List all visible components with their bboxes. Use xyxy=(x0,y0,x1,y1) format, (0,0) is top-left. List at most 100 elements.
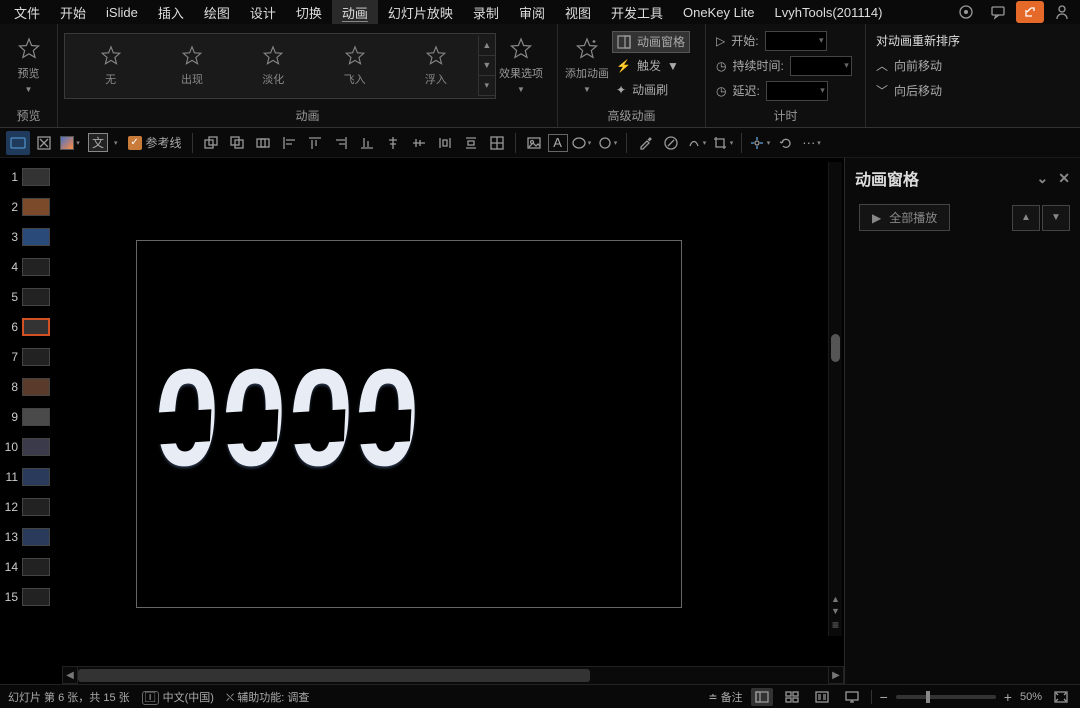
rotate-icon[interactable] xyxy=(774,131,798,155)
menu-开发工具[interactable]: 开发工具 xyxy=(601,0,673,25)
slide-canvas[interactable]: 0000 xyxy=(136,240,682,608)
move-later-button[interactable]: ﹀向后移动 xyxy=(872,80,964,102)
move-earlier-button[interactable]: ︿向前移动 xyxy=(872,55,964,77)
bring-forward-icon[interactable] xyxy=(199,131,223,155)
menu-录制[interactable]: 录制 xyxy=(463,0,509,25)
send-backward-icon[interactable] xyxy=(225,131,249,155)
menu-文件[interactable]: 文件 xyxy=(4,0,50,25)
preview-button[interactable]: 预览 ▼ xyxy=(6,32,51,100)
menu-iSlide[interactable]: iSlide xyxy=(96,2,148,23)
thumbnail-2[interactable]: 2 xyxy=(0,192,62,222)
menu-幻灯片放映[interactable]: 幻灯片放映 xyxy=(378,0,463,25)
align-center-v-icon[interactable] xyxy=(407,131,431,155)
align-center-h-icon[interactable] xyxy=(381,131,405,155)
align-bottom-icon[interactable] xyxy=(355,131,379,155)
accessibility-status[interactable]: ⛌ 辅助功能: 调查 xyxy=(226,689,309,705)
align-left-icon[interactable] xyxy=(277,131,301,155)
textbox-icon[interactable]: A xyxy=(548,134,568,152)
menu-切换[interactable]: 切换 xyxy=(286,0,332,25)
thumbnail-6[interactable]: 6 xyxy=(0,312,62,342)
zoom-in-button[interactable]: + xyxy=(1004,689,1012,705)
animation-gallery[interactable]: 无出现淡化飞入浮入▲▼▾ xyxy=(64,33,496,99)
reading-view-icon[interactable] xyxy=(811,688,833,706)
gallery-item-4[interactable]: 浮入 xyxy=(396,36,475,96)
sorter-view-icon[interactable] xyxy=(781,688,803,706)
format-painter-icon[interactable] xyxy=(659,131,683,155)
effect-options-button[interactable]: 效果选项 ▼ xyxy=(498,32,544,100)
menu-lvyh[interactable]: LvyhTools(201114) xyxy=(765,2,893,23)
thumbnail-9[interactable]: 9 xyxy=(0,402,62,432)
placeholder-icon[interactable] xyxy=(32,131,56,155)
thumbnail-5[interactable]: 5 xyxy=(0,282,62,312)
menu-开始[interactable]: 开始 xyxy=(50,0,96,25)
text-style-button[interactable]: 文▾ xyxy=(84,131,122,155)
align-top-icon[interactable] xyxy=(303,131,327,155)
move-up-button[interactable]: ▲ xyxy=(1012,205,1040,231)
delay-input[interactable] xyxy=(766,81,828,101)
close-icon[interactable]: ✕ xyxy=(1058,170,1070,187)
start-timing-row[interactable]: ▷开始: xyxy=(712,30,856,52)
align-to-slide-icon[interactable] xyxy=(485,131,509,155)
animation-painter-button[interactable]: ✦ 动画刷 xyxy=(612,79,690,101)
account-icon[interactable] xyxy=(1048,1,1076,23)
color-swatch[interactable]: ▾ xyxy=(58,131,82,155)
thumbnail-13[interactable]: 13 xyxy=(0,522,62,552)
menu-OneKey Lite[interactable]: OneKey Lite xyxy=(673,2,765,23)
slideshow-view-icon[interactable] xyxy=(841,688,863,706)
duration-row[interactable]: ◷持续时间: xyxy=(712,55,856,77)
more-icon[interactable]: ···▾ xyxy=(800,131,824,155)
notes-button[interactable]: ≐ 备注 xyxy=(708,689,742,705)
zoom-slider[interactable] xyxy=(896,695,996,699)
thumbnail-8[interactable]: 8 xyxy=(0,372,62,402)
thumbnail-10[interactable]: 10 xyxy=(0,432,62,462)
thumbnail-7[interactable]: 7 xyxy=(0,342,62,372)
vertical-scrollbar[interactable]: ▲▼≡ xyxy=(828,162,842,636)
shape-outline-icon[interactable]: ▾ xyxy=(596,131,620,155)
picture-icon[interactable] xyxy=(522,131,546,155)
chevron-down-icon[interactable]: ⌄ xyxy=(1037,170,1049,187)
delay-row[interactable]: ◷延迟: xyxy=(712,80,856,102)
thumbnail-3[interactable]: 3 xyxy=(0,222,62,252)
menu-绘图[interactable]: 绘图 xyxy=(194,0,240,25)
eyedropper-icon[interactable] xyxy=(633,131,657,155)
gallery-item-1[interactable]: 出现 xyxy=(152,36,231,96)
trigger-button[interactable]: ⚡ 触发 ▼ xyxy=(612,55,690,77)
slide-thumbnail-list[interactable]: 123456789101112131415 xyxy=(0,158,62,684)
merge-icon[interactable] xyxy=(251,131,275,155)
thumbnail-15[interactable]: 15 xyxy=(0,582,62,612)
distribute-h-icon[interactable] xyxy=(433,131,457,155)
comment-icon[interactable] xyxy=(984,1,1012,23)
size-pos-icon[interactable]: ▾ xyxy=(748,131,772,155)
start-input[interactable] xyxy=(765,31,827,51)
menu-审阅[interactable]: 审阅 xyxy=(509,0,555,25)
gallery-item-2[interactable]: 淡化 xyxy=(234,36,313,96)
lang-indicator[interactable]: 🄸中文(中国) xyxy=(142,689,214,705)
thumbnail-4[interactable]: 4 xyxy=(0,252,62,282)
thumbnail-12[interactable]: 12 xyxy=(0,492,62,522)
animation-pane-button[interactable]: 动画窗格 xyxy=(612,31,690,53)
menu-插入[interactable]: 插入 xyxy=(148,0,194,25)
thumbnail-1[interactable]: 1 xyxy=(0,162,62,192)
menu-动画[interactable]: 动画 xyxy=(332,0,378,25)
menu-设计[interactable]: 设计 xyxy=(240,0,286,25)
record-icon[interactable] xyxy=(952,1,980,23)
zoom-out-button[interactable]: − xyxy=(880,689,888,705)
crop-icon[interactable]: ▾ xyxy=(711,131,735,155)
shape-effects-icon[interactable]: ▾ xyxy=(685,131,709,155)
gallery-item-3[interactable]: 飞入 xyxy=(315,36,394,96)
normal-view-icon[interactable] xyxy=(751,688,773,706)
thumbnail-14[interactable]: 14 xyxy=(0,552,62,582)
distribute-v-icon[interactable] xyxy=(459,131,483,155)
align-right-icon[interactable] xyxy=(329,131,353,155)
guides-toggle[interactable]: ✓参考线 xyxy=(124,131,186,155)
horizontal-scrollbar[interactable]: ◀▶ xyxy=(62,666,844,684)
share-button[interactable] xyxy=(1016,1,1044,23)
fit-window-icon[interactable] xyxy=(1050,688,1072,706)
shape-fill-icon[interactable]: ▾ xyxy=(570,131,594,155)
gallery-item-0[interactable]: 无 xyxy=(71,36,150,96)
play-all-button[interactable]: ▶ 全部播放 xyxy=(859,204,950,231)
display-settings-icon[interactable] xyxy=(6,131,30,155)
move-down-button[interactable]: ▼ xyxy=(1042,205,1070,231)
menu-视图[interactable]: 视图 xyxy=(555,0,601,25)
zoom-percent[interactable]: 50% xyxy=(1020,691,1042,703)
